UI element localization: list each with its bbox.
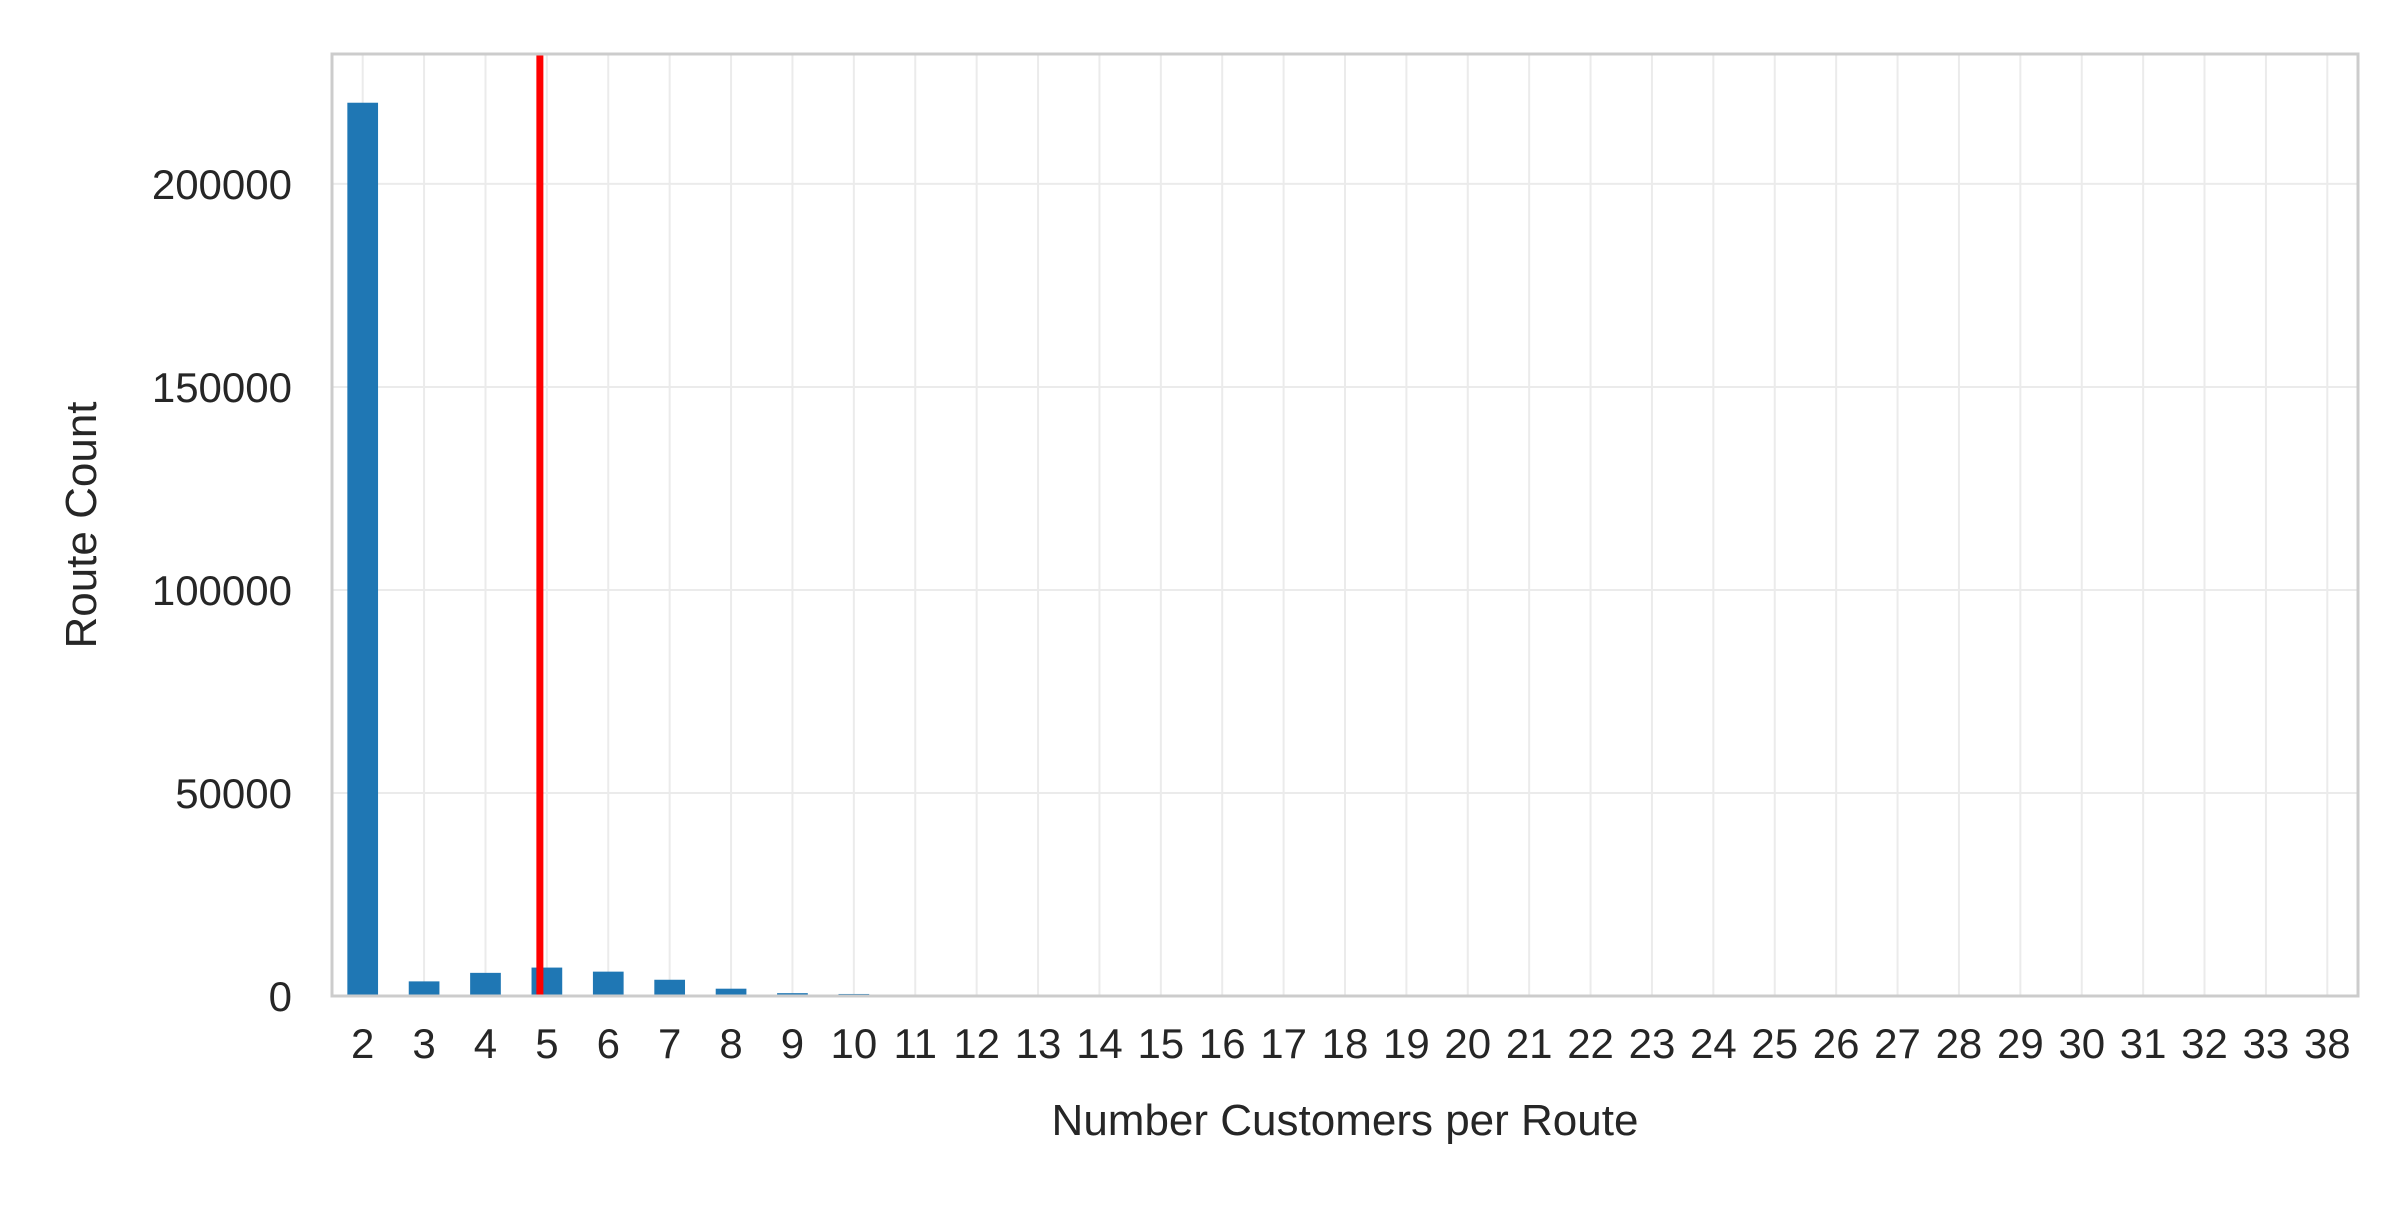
bar-6 — [593, 972, 624, 996]
x-tick-label: 29 — [1997, 1020, 2044, 1067]
x-tick-label: 18 — [1322, 1020, 1369, 1067]
bar-4 — [470, 973, 501, 996]
x-tick-label: 30 — [2058, 1020, 2105, 1067]
x-tick-label: 11 — [893, 1020, 937, 1067]
bar-3 — [409, 981, 440, 996]
y-tick-label: 0 — [269, 973, 292, 1020]
x-tick-label: 27 — [1874, 1020, 1921, 1067]
x-tick-label: 9 — [781, 1020, 804, 1067]
bar-7 — [654, 980, 685, 996]
x-axis-label: Number Customers per Route — [1052, 1096, 1639, 1145]
x-tick-label: 25 — [1751, 1020, 1798, 1067]
x-tick-labels: 2345678910111213141516171819202122232425… — [351, 1020, 2351, 1067]
x-tick-label: 4 — [474, 1020, 497, 1067]
x-tick-label: 10 — [830, 1020, 877, 1067]
x-tick-label: 23 — [1629, 1020, 1676, 1067]
y-tick-label: 100000 — [152, 567, 292, 614]
bar-2 — [347, 103, 378, 996]
y-tick-label: 200000 — [152, 161, 292, 208]
x-tick-label: 8 — [719, 1020, 742, 1067]
x-tick-label: 13 — [1015, 1020, 1062, 1067]
x-tick-label: 5 — [535, 1020, 558, 1067]
bar-5 — [532, 968, 563, 996]
x-tick-label: 17 — [1260, 1020, 1307, 1067]
x-tick-label: 12 — [953, 1020, 1000, 1067]
x-tick-label: 14 — [1076, 1020, 1123, 1067]
y-tick-label: 150000 — [152, 364, 292, 411]
x-tick-label: 22 — [1567, 1020, 1614, 1067]
x-tick-label: 26 — [1813, 1020, 1860, 1067]
chart-container: 050000100000150000200000 234567891011121… — [0, 0, 2400, 1200]
x-tick-label: 21 — [1506, 1020, 1553, 1067]
x-tick-label: 32 — [2181, 1020, 2228, 1067]
x-tick-label: 6 — [597, 1020, 620, 1067]
x-tick-label: 31 — [2120, 1020, 2167, 1067]
x-tick-label: 38 — [2304, 1020, 2351, 1067]
y-axis-label: Route Count — [57, 401, 106, 648]
x-tick-label: 2 — [351, 1020, 374, 1067]
x-tick-label: 33 — [2243, 1020, 2290, 1067]
x-tick-label: 19 — [1383, 1020, 1430, 1067]
x-tick-label: 28 — [1936, 1020, 1983, 1067]
bar-chart: 050000100000150000200000 234567891011121… — [0, 0, 2400, 1200]
x-tick-label: 20 — [1444, 1020, 1491, 1067]
x-tick-label: 16 — [1199, 1020, 1246, 1067]
y-tick-labels: 0 50000 100000 150000 200000 — [152, 161, 292, 1020]
x-tick-label: 24 — [1690, 1020, 1737, 1067]
x-tick-label: 15 — [1137, 1020, 1184, 1067]
grid-lines — [332, 54, 2358, 996]
y-tick-label: 50000 — [175, 770, 292, 817]
x-tick-label: 3 — [412, 1020, 435, 1067]
x-tick-label: 7 — [658, 1020, 681, 1067]
